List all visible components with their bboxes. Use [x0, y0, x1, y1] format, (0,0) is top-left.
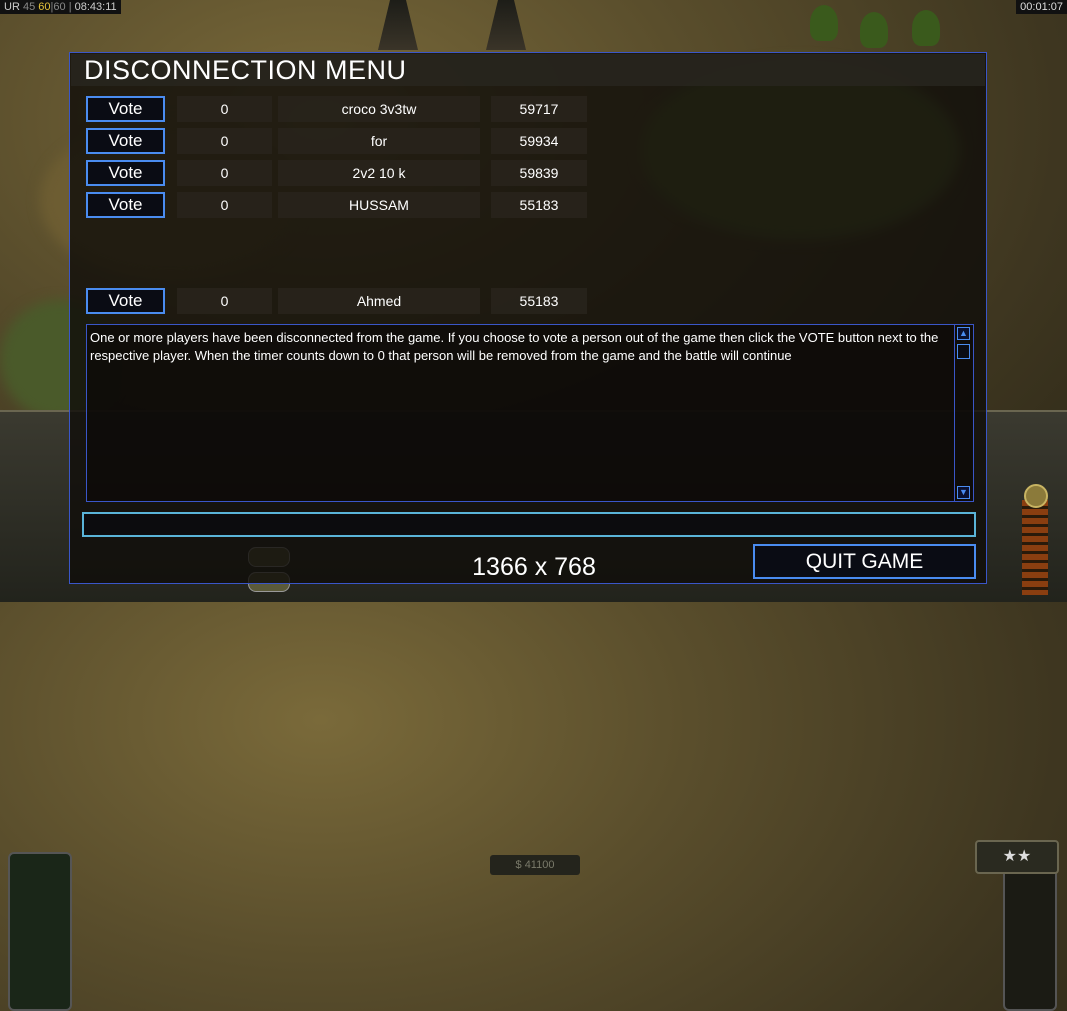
vote-button[interactable]: Vote [86, 128, 165, 154]
resolution-label: 1366 x 768 [472, 553, 596, 581]
disconnect-message: One or more players have been disconnect… [90, 330, 939, 363]
player-name: croco 3v3tw [278, 96, 480, 122]
scroll-up-icon[interactable]: ▲ [957, 327, 970, 340]
power-panel [1003, 852, 1057, 1011]
radar-panel [8, 852, 72, 1011]
message-log[interactable]: One or more players have been disconnect… [86, 324, 974, 502]
player-name: HUSSAM [278, 192, 480, 218]
scroll-down-icon[interactable]: ▼ [957, 486, 970, 499]
player-row: Vote 0 croco 3v3tw 59717 [86, 96, 596, 122]
player-row: Vote 0 HUSSAM 55183 [86, 192, 596, 218]
player-ping: 59934 [491, 128, 587, 154]
clock-time: 08:43:11 [74, 1, 117, 13]
scroll-thumb[interactable] [957, 344, 970, 359]
vote-button[interactable]: Vote [86, 192, 165, 218]
self-player-row: Vote 0 Ahmed 55183 [86, 288, 596, 314]
quit-game-button[interactable]: QUIT GAME [753, 544, 976, 579]
player-name: for [278, 128, 480, 154]
fps-max: 60 [53, 1, 66, 13]
cash-display: $ 41100 [490, 855, 580, 875]
tree-icon [860, 12, 888, 48]
vote-count: 0 [177, 96, 272, 122]
oil-derrick-icon [486, 0, 526, 50]
dialog-title: DISCONNECTION MENU [71, 54, 985, 86]
rank-stars: ★★ [975, 840, 1059, 874]
vote-count: 0 [177, 160, 272, 186]
fps-value: 45 [22, 1, 36, 13]
message-scrollbar[interactable]: ▲ ▼ [954, 325, 973, 501]
vote-count: 0 [177, 192, 272, 218]
tree-icon [912, 10, 940, 46]
fps-readout: UR 45 60|60 | 08:43:11 [0, 0, 121, 14]
tree-icon [810, 5, 838, 41]
fps-label: UR [4, 1, 20, 13]
player-ping: 55183 [491, 288, 587, 314]
player-name: 2v2 10 k [278, 160, 480, 186]
medal-icon [1024, 484, 1048, 508]
player-row: Vote 0 for 59934 [86, 128, 596, 154]
player-ping: 59839 [491, 160, 587, 186]
player-ping: 55183 [491, 192, 587, 218]
game-timer: 00:01:07 [1016, 0, 1067, 14]
chat-input[interactable] [82, 512, 976, 537]
player-name: Ahmed [278, 288, 480, 314]
player-ping: 59717 [491, 96, 587, 122]
vote-count: 0 [177, 128, 272, 154]
power-meter [1022, 500, 1048, 595]
fps-target: 60 [38, 1, 51, 13]
vote-button[interactable]: Vote [86, 160, 165, 186]
fps-separator: | [68, 1, 72, 13]
oil-derrick-icon [378, 0, 418, 50]
disconnection-dialog: DISCONNECTION MENU Vote 0 croco 3v3tw 59… [69, 52, 987, 584]
vote-button[interactable]: Vote [86, 288, 165, 314]
player-row: Vote 0 2v2 10 k 59839 [86, 160, 596, 186]
vote-button[interactable]: Vote [86, 96, 165, 122]
vote-count: 0 [177, 288, 272, 314]
